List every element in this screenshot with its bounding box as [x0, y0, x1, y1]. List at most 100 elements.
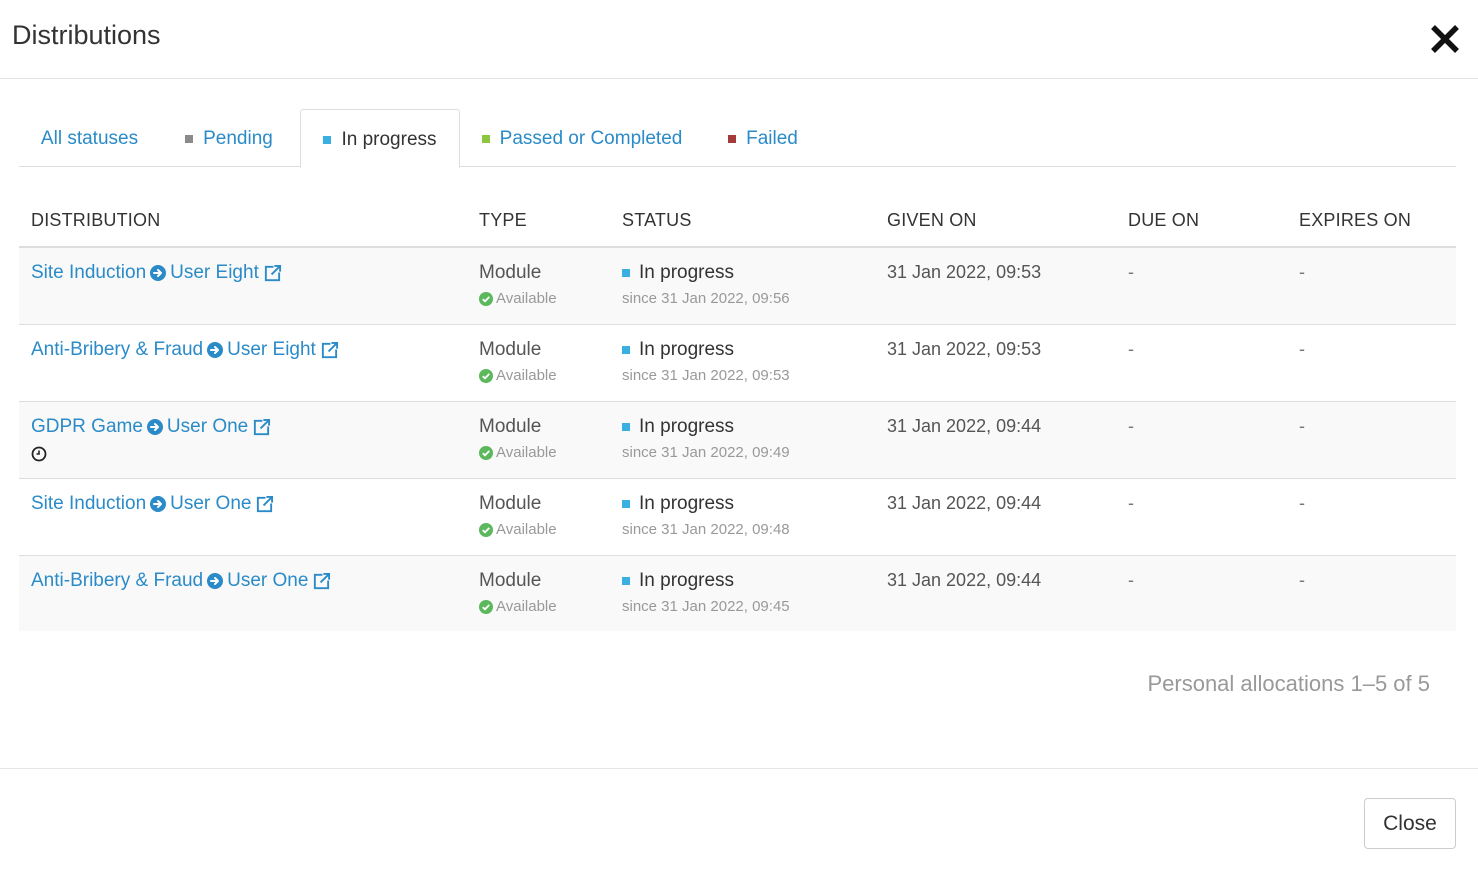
table-row: GDPR Game User One Module Available In p…: [19, 402, 1456, 479]
column-header-due-on[interactable]: DUE ON: [1128, 210, 1199, 231]
pending-square-icon: [185, 135, 194, 143]
tab-all-statuses[interactable]: All statuses: [19, 109, 160, 167]
tab-label: In progress: [341, 128, 437, 150]
type-cell: Module Available: [479, 339, 557, 384]
status-square-icon: [622, 577, 630, 585]
status-cell: In progress since 31 Jan 2022, 09:49: [622, 416, 790, 461]
arrow-circle-right-icon: [207, 573, 224, 589]
type-cell: Module Available: [479, 416, 557, 461]
availability-label: Available: [496, 444, 557, 461]
tab-pending[interactable]: Pending: [160, 109, 298, 167]
status-cell: In progress since 31 Jan 2022, 09:53: [622, 339, 790, 384]
expires-on-value: -: [1299, 493, 1305, 513]
type-value: Module: [479, 570, 542, 591]
given-on-value: 31 Jan 2022, 09:53: [887, 262, 1042, 282]
modal-header: Distributions: [0, 0, 1478, 79]
user-link[interactable]: User One: [227, 570, 308, 592]
status-value: In progress: [639, 339, 735, 360]
column-header-given-on[interactable]: GIVEN ON: [887, 210, 977, 231]
due-on-value: -: [1128, 416, 1134, 436]
availability-label: Available: [496, 290, 557, 307]
expires-on-value: -: [1299, 416, 1305, 436]
table-row: Anti-Bribery & Fraud User One Module Ava…: [19, 556, 1456, 631]
status-since: since 31 Jan 2022, 09:53: [622, 367, 790, 384]
status-cell: In progress since 31 Jan 2022, 09:45: [622, 570, 790, 615]
failed-square-icon: [728, 135, 737, 143]
status-since: since 31 Jan 2022, 09:56: [622, 290, 790, 307]
due-on-value: -: [1128, 339, 1134, 359]
external-link-icon[interactable]: [320, 341, 339, 360]
tab-label: Pending: [203, 128, 273, 149]
close-icon[interactable]: [1428, 22, 1462, 56]
due-on-value: -: [1128, 570, 1134, 590]
status-since: since 31 Jan 2022, 09:48: [622, 521, 790, 538]
close-button[interactable]: Close: [1364, 798, 1456, 849]
given-on-value: 31 Jan 2022, 09:44: [887, 416, 1042, 436]
user-link[interactable]: User One: [167, 416, 248, 438]
expires-on-value: -: [1299, 262, 1305, 282]
type-value: Module: [479, 339, 542, 360]
distribution-cell: Site Induction User Eight: [31, 262, 282, 284]
course-link[interactable]: Site Induction: [31, 493, 146, 515]
user-link[interactable]: User Eight: [227, 339, 316, 361]
check-circle-icon: [479, 445, 493, 460]
table-header: DISTRIBUTION TYPE STATUS GIVEN ON DUE ON…: [19, 197, 1456, 248]
arrow-circle-right-icon: [207, 342, 224, 358]
type-value: Module: [479, 493, 542, 514]
status-square-icon: [622, 423, 630, 431]
availability-label: Available: [496, 367, 557, 384]
given-on-value: 31 Jan 2022, 09:44: [887, 570, 1042, 590]
expires-on-value: -: [1299, 339, 1305, 359]
column-header-status[interactable]: STATUS: [622, 210, 692, 231]
tab-passed-or-completed[interactable]: Passed or Completed: [460, 109, 704, 167]
check-circle-icon: [479, 599, 493, 614]
status-value: In progress: [639, 493, 735, 514]
tab-failed[interactable]: Failed: [704, 109, 822, 167]
user-link[interactable]: User Eight: [170, 262, 259, 284]
status-value: In progress: [639, 262, 735, 283]
availability-label: Available: [496, 598, 557, 615]
availability-label: Available: [496, 521, 557, 538]
external-link-icon[interactable]: [312, 572, 331, 591]
external-link-icon[interactable]: [255, 495, 274, 514]
course-link[interactable]: Anti-Bribery & Fraud: [31, 570, 203, 592]
modal-title: Distributions: [12, 20, 161, 50]
column-header-distribution[interactable]: DISTRIBUTION: [31, 210, 160, 231]
passed-square-icon: [481, 135, 490, 143]
user-link[interactable]: User One: [170, 493, 251, 515]
given-on-value: 31 Jan 2022, 09:53: [887, 339, 1042, 359]
column-header-type[interactable]: TYPE: [479, 210, 527, 231]
distributions-modal: Distributions All statuses Pending In pr…: [0, 0, 1478, 870]
expires-on-value: -: [1299, 570, 1305, 590]
tab-in-progress[interactable]: In progress: [300, 109, 460, 168]
type-value: Module: [479, 262, 542, 283]
arrow-circle-right-icon: [150, 265, 167, 281]
external-link-icon[interactable]: [263, 264, 282, 283]
check-circle-icon: [479, 291, 493, 306]
tab-label: All statuses: [40, 128, 139, 149]
distribution-cell: Site Induction User One: [31, 493, 274, 515]
modal-footer: Close: [0, 768, 1478, 870]
status-since: since 31 Jan 2022, 09:49: [622, 444, 790, 461]
distribution-cell: Anti-Bribery & Fraud User One: [31, 570, 331, 592]
arrow-circle-right-icon: [146, 419, 163, 435]
course-link[interactable]: GDPR Game: [31, 416, 143, 438]
status-value: In progress: [639, 570, 735, 591]
status-value: In progress: [639, 416, 735, 437]
status-square-icon: [622, 346, 630, 354]
course-link[interactable]: Anti-Bribery & Fraud: [31, 339, 203, 361]
tab-label: Passed or Completed: [499, 128, 683, 149]
pagination-summary: Personal allocations 1–5 of 5: [1147, 671, 1430, 696]
due-on-value: -: [1128, 262, 1134, 282]
tab-label: Failed: [746, 128, 798, 149]
table-body: Site Induction User Eight Module Availab…: [19, 248, 1456, 631]
column-header-expires-on[interactable]: EXPIRES ON: [1299, 210, 1411, 231]
external-link-icon[interactable]: [252, 418, 271, 437]
arrow-circle-right-icon: [150, 496, 167, 512]
course-link[interactable]: Site Induction: [31, 262, 146, 284]
given-on-value: 31 Jan 2022, 09:44: [887, 493, 1042, 513]
type-value: Module: [479, 416, 542, 437]
table-row: Site Induction User One Module Available…: [19, 479, 1456, 556]
status-square-icon: [622, 500, 630, 508]
table-row: Anti-Bribery & Fraud User Eight Module A…: [19, 325, 1456, 402]
